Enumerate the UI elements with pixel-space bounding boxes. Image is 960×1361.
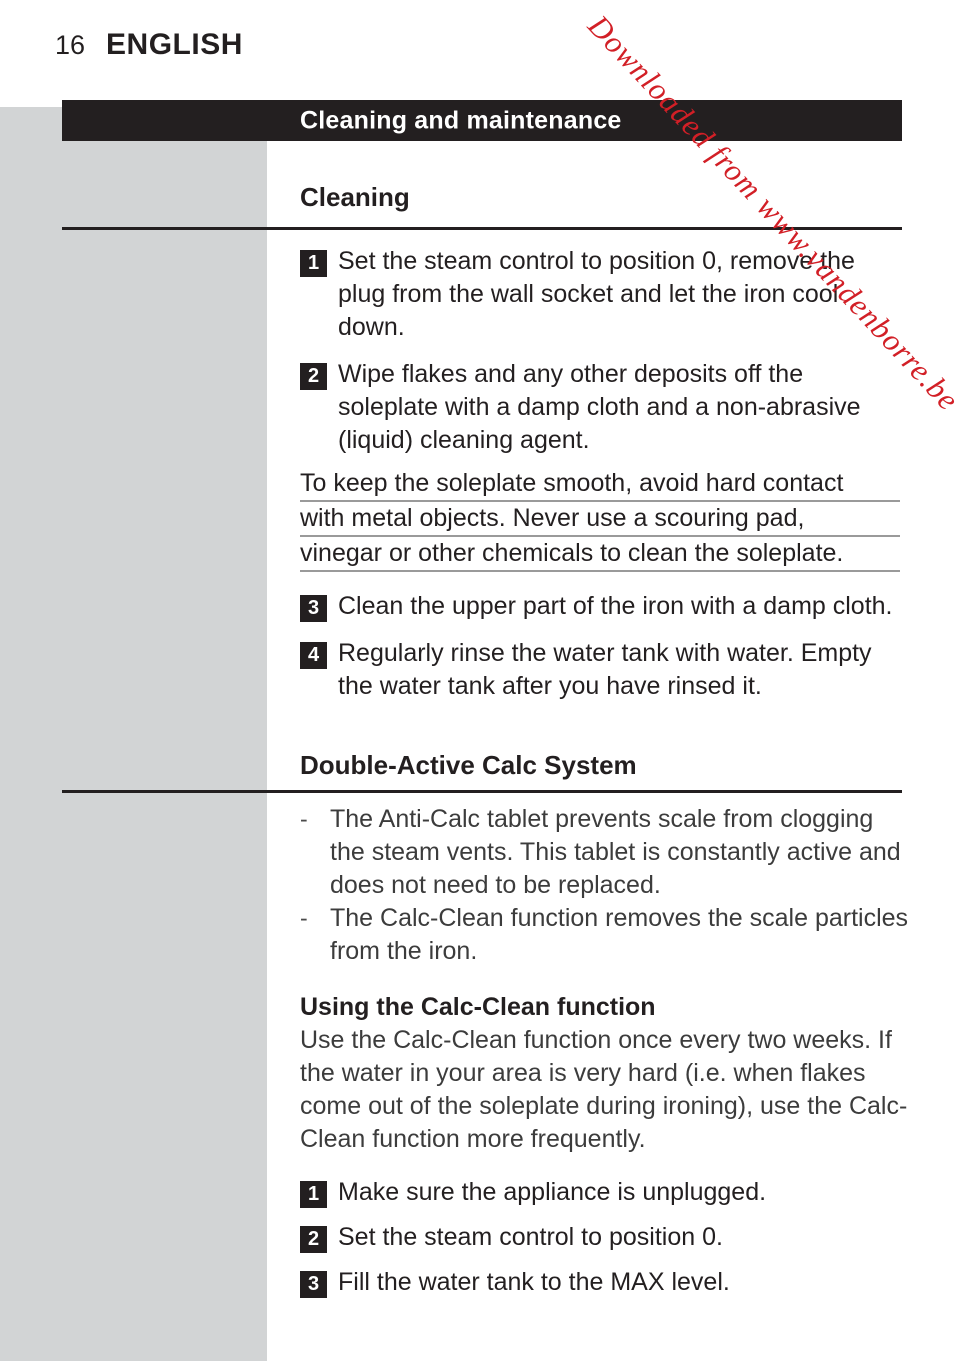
step-number-badge: 4 [300,642,327,669]
bullet-marker: - [300,806,308,832]
page-language-title: ENGLISH [106,28,243,61]
list-item: - The Anti-Calc tablet prevents scale fr… [300,803,915,902]
sidebar-strip-wide [0,141,267,1361]
page-header: 16 ENGLISH [55,28,243,62]
list-item: 1 Make sure the appliance is unplugged. [300,1176,915,1209]
chapter-title-band: Cleaning and maintenance [62,100,902,141]
list-item: 3 Clean the upper part of the iron with … [300,590,900,623]
step-text: Set the steam control to position 0, rem… [338,247,855,341]
step-number-badge: 1 [300,250,327,277]
section-heading-cleaning: Cleaning [300,182,410,212]
list-item: 4 Regularly rinse the water tank with wa… [300,637,900,703]
step-number-badge: 3 [300,595,327,622]
cleaning-steps-group: 1 Set the steam control to position 0, r… [300,245,900,717]
step-text: Fill the water tank to the MAX level. [338,1268,730,1296]
chapter-title: Cleaning and maintenance [300,106,622,134]
calc-system-group: - The Anti-Calc tablet prevents scale fr… [300,803,915,1299]
page-number: 16 [55,30,86,60]
step-text: Regularly rinse the water tank with wate… [338,639,872,700]
note-line: To keep the soleplate smooth, avoid hard… [300,467,900,502]
section-rule-cleaning [62,227,902,230]
step-number-badge: 1 [300,1181,327,1208]
subsection-heading-using-calc-clean: Using the Calc-Clean function [300,993,656,1021]
step-text: Wipe flakes and any other deposits off t… [338,360,861,454]
list-item: - The Calc-Clean function removes the sc… [300,902,915,968]
bullet-text: The Anti-Calc tablet prevents scale from… [330,805,901,899]
step-text: Clean the upper part of the iron with a … [338,592,893,620]
list-item: 2 Set the steam control to position 0. [300,1221,915,1254]
step-number-badge: 2 [300,363,327,390]
manual-page: 16 ENGLISH Cleaning and maintenance Clea… [0,0,960,1361]
cleaning-note-paragraph: To keep the soleplate smooth, avoid hard… [300,467,900,572]
step-text: Set the steam control to position 0. [338,1223,723,1251]
step-number-badge: 3 [300,1271,327,1298]
step-number-badge: 2 [300,1226,327,1253]
section-heading-calc-system: Double-Active Calc System [300,750,637,780]
note-line: with metal objects. Never use a scouring… [300,502,900,537]
section-rule-calc-system [62,790,902,793]
calc-clean-paragraph: Use the Calc-Clean function once every t… [300,1026,908,1153]
bullet-marker: - [300,905,308,931]
step-text: Make sure the appliance is unplugged. [338,1178,767,1206]
bullet-text: The Calc-Clean function removes the scal… [330,904,909,965]
list-item: 2 Wipe flakes and any other deposits off… [300,358,900,457]
list-item: 3 Fill the water tank to the MAX level. [300,1266,915,1299]
list-item: 1 Set the steam control to position 0, r… [300,245,900,344]
note-line: vinegar or other chemicals to clean the … [300,537,900,572]
